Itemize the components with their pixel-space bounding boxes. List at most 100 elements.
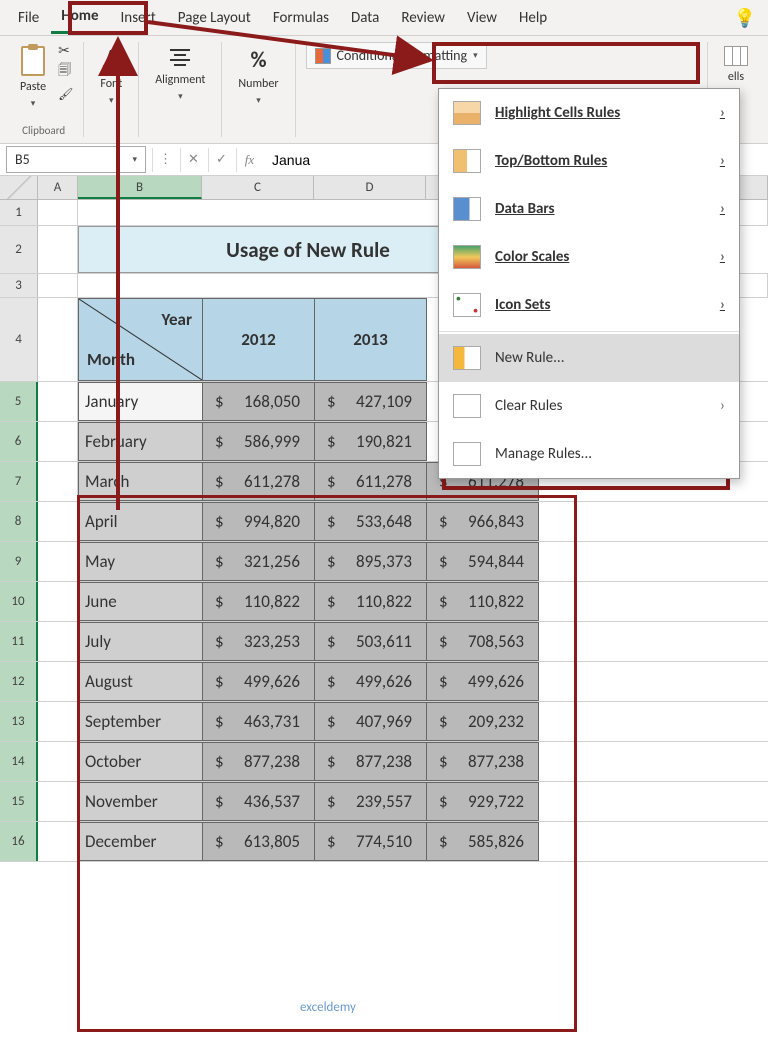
row-12[interactable]: 12 — [0, 662, 38, 701]
cell-value[interactable]: $877,238 — [315, 743, 427, 781]
col-A[interactable]: A — [38, 176, 78, 199]
cell-month[interactable]: February — [79, 423, 203, 461]
cell-month[interactable]: August — [79, 663, 203, 701]
tab-review[interactable]: Review — [391, 3, 455, 33]
tell-me-icon[interactable]: 💡 — [734, 7, 756, 29]
cell-month[interactable]: June — [79, 583, 203, 621]
cell-value[interactable]: $499,626 — [315, 663, 427, 701]
cell-value[interactable]: $110,822 — [427, 583, 539, 621]
cell-month[interactable]: May — [79, 543, 203, 581]
cell[interactable] — [38, 200, 78, 225]
cell-month[interactable]: December — [79, 823, 203, 861]
cell[interactable] — [38, 502, 78, 541]
row-6[interactable]: 6 — [0, 422, 38, 461]
row-1[interactable]: 1 — [0, 200, 38, 225]
cell-value[interactable]: $436,537 — [203, 783, 315, 821]
cell-value[interactable]: $966,843 — [427, 503, 539, 541]
menu-data-bars[interactable]: Data Bars› — [439, 185, 739, 233]
cell-value[interactable]: $895,373 — [315, 543, 427, 581]
cell[interactable] — [38, 622, 78, 661]
tab-home[interactable]: Home — [51, 1, 108, 34]
row-7[interactable]: 7 — [0, 462, 38, 501]
cell-value[interactable]: $533,648 — [315, 503, 427, 541]
row-10[interactable]: 10 — [0, 582, 38, 621]
cancel-button[interactable]: ✕ — [180, 148, 206, 172]
cell-month[interactable]: January — [79, 383, 203, 421]
cell-value[interactable]: $427,109 — [315, 383, 427, 421]
row-13[interactable]: 13 — [0, 702, 38, 741]
menu-manage-rules[interactable]: Manage Rules... — [439, 430, 739, 478]
cell[interactable] — [38, 702, 78, 741]
cell-month[interactable]: April — [79, 503, 203, 541]
cell-value[interactable]: $594,844 — [427, 543, 539, 581]
cell[interactable] — [38, 782, 78, 821]
select-all-corner[interactable] — [0, 176, 38, 199]
cell-value[interactable]: $323,253 — [203, 623, 315, 661]
menu-clear-rules[interactable]: Clear Rules› — [439, 382, 739, 430]
cell-month[interactable]: October — [79, 743, 203, 781]
cell[interactable] — [38, 582, 78, 621]
cell-value[interactable]: $499,626 — [427, 663, 539, 701]
tab-help[interactable]: Help — [509, 3, 557, 33]
col-B[interactable]: B — [78, 176, 202, 199]
cell[interactable] — [38, 662, 78, 701]
cell[interactable] — [38, 462, 78, 501]
header-2012[interactable]: 2012 — [203, 299, 315, 381]
row-3[interactable]: 3 — [0, 274, 38, 297]
cell-value[interactable]: $774,510 — [315, 823, 427, 861]
cell-month[interactable]: November — [79, 783, 203, 821]
cell-value[interactable]: $611,278 — [315, 463, 427, 501]
cell-value[interactable]: $994,820 — [203, 503, 315, 541]
cell-value[interactable]: $321,256 — [203, 543, 315, 581]
row-9[interactable]: 9 — [0, 542, 38, 581]
paste-button[interactable]: Paste ▾ — [14, 42, 52, 113]
row-5[interactable]: 5 — [0, 382, 38, 421]
menu-icon-sets[interactable]: Icon Sets› — [439, 281, 739, 329]
cell[interactable] — [38, 298, 78, 381]
tab-formulas[interactable]: Formulas — [263, 3, 339, 33]
cell[interactable] — [38, 274, 78, 297]
cell-value[interactable]: $407,969 — [315, 703, 427, 741]
cell[interactable] — [38, 822, 78, 861]
row-15[interactable]: 15 — [0, 782, 38, 821]
menu-highlight-cells[interactable]: Highlight Cells Rules› — [439, 89, 739, 137]
cell-value[interactable]: $877,238 — [427, 743, 539, 781]
col-D[interactable]: D — [314, 176, 426, 199]
cell-value[interactable]: $877,238 — [203, 743, 315, 781]
cell-value[interactable]: $503,611 — [315, 623, 427, 661]
name-box[interactable]: B5▾ — [6, 146, 146, 173]
cell-value[interactable]: $613,805 — [203, 823, 315, 861]
cell[interactable] — [38, 226, 78, 273]
cell[interactable] — [38, 742, 78, 781]
alignment-button[interactable]: Alignment ▾ — [149, 42, 211, 106]
format-painter-button[interactable] — [58, 85, 73, 102]
expand-button[interactable]: ⋮ — [152, 148, 178, 172]
tab-data[interactable]: Data — [341, 3, 389, 33]
tab-file[interactable]: File — [8, 3, 49, 33]
cell[interactable] — [38, 422, 78, 461]
cell-value[interactable]: $463,731 — [203, 703, 315, 741]
fx-button[interactable]: fx — [236, 148, 262, 172]
row-4[interactable]: 4 — [0, 298, 38, 381]
menu-new-rule[interactable]: New Rule... — [439, 334, 739, 382]
cut-button[interactable] — [58, 42, 73, 59]
cell-month[interactable]: September — [79, 703, 203, 741]
tab-insert[interactable]: Insert — [111, 3, 166, 33]
cell-value[interactable]: $499,626 — [203, 663, 315, 701]
cell-value[interactable]: $586,999 — [203, 423, 315, 461]
cell-value[interactable]: $209,232 — [427, 703, 539, 741]
row-8[interactable]: 8 — [0, 502, 38, 541]
row-11[interactable]: 11 — [0, 622, 38, 661]
row-16[interactable]: 16 — [0, 822, 38, 861]
row-14[interactable]: 14 — [0, 742, 38, 781]
cell-month[interactable]: March — [79, 463, 203, 501]
cell-month[interactable]: July — [79, 623, 203, 661]
tab-pagelayout[interactable]: Page Layout — [168, 3, 261, 33]
cell-value[interactable]: $239,557 — [315, 783, 427, 821]
cell-value[interactable]: $708,563 — [427, 623, 539, 661]
cell-value[interactable]: $585,826 — [427, 823, 539, 861]
cell-value[interactable]: $110,822 — [315, 583, 427, 621]
number-button[interactable]: % Number ▾ — [232, 42, 284, 110]
cell[interactable] — [38, 542, 78, 581]
header-diagonal[interactable]: Year Month — [79, 299, 203, 381]
